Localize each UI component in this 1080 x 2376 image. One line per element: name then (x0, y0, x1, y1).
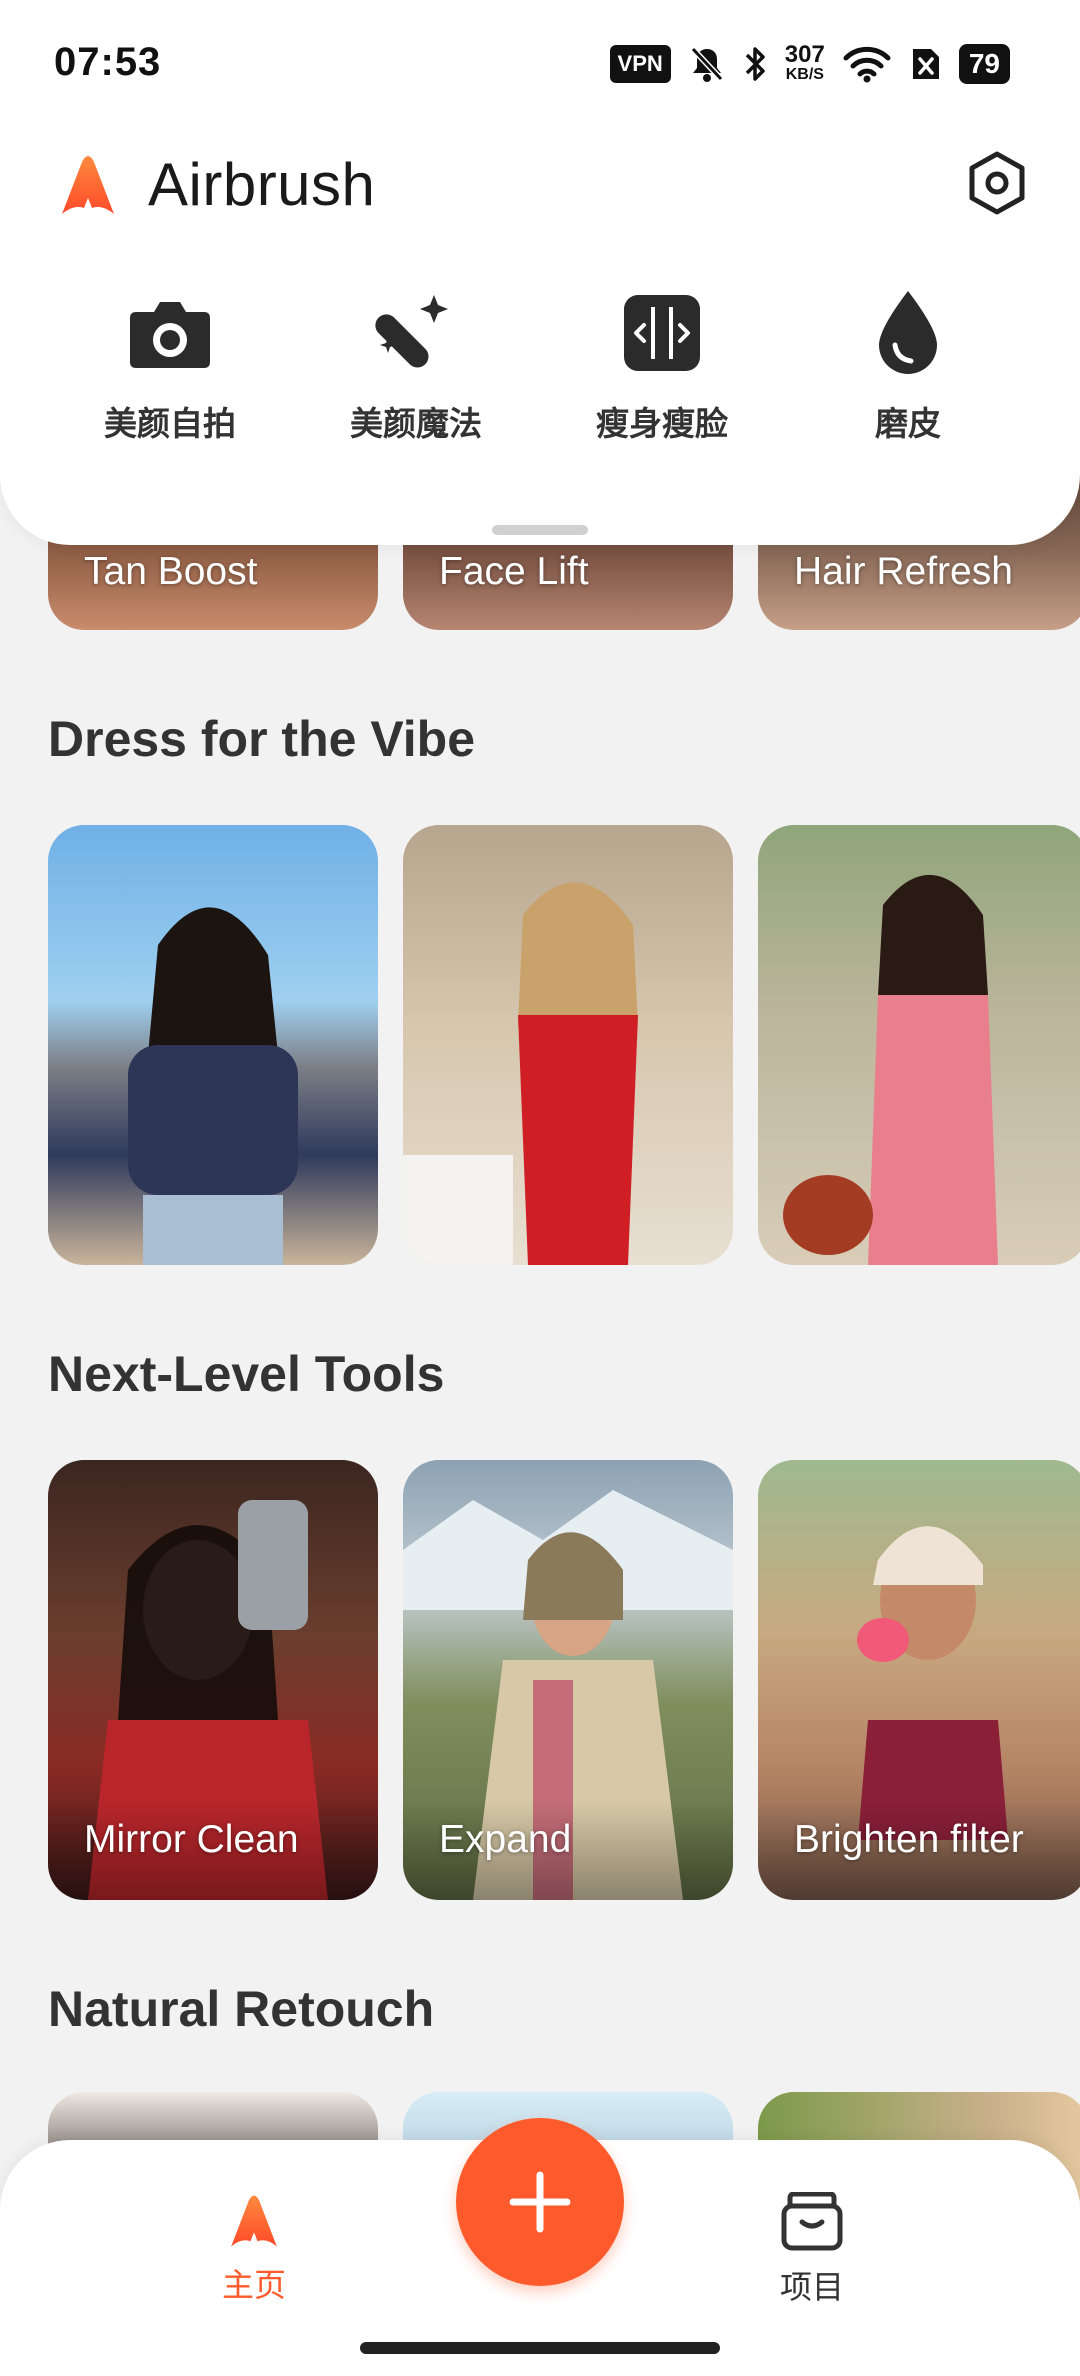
tool-beauty-selfie[interactable]: 美颜自拍 (47, 285, 293, 445)
nav-home-label: 主页 (222, 2267, 287, 2303)
card-red-dress[interactable] (403, 825, 733, 1265)
section-title-dress: Dress for the Vibe (48, 711, 476, 767)
tool-smooth-skin[interactable]: 磨皮 (785, 285, 1031, 445)
app-title: Airbrush (148, 151, 376, 218)
network-speed: 307 KB/S (784, 41, 825, 84)
wifi-icon (843, 46, 891, 83)
status-time: 07:53 (54, 40, 162, 84)
slim-body-icon (624, 295, 700, 371)
tool-beauty-magic[interactable]: 美颜魔法 (293, 285, 539, 445)
speed-unit: KB/S (785, 66, 824, 83)
sim-off-icon (912, 49, 939, 79)
tools-row: Mirror Clean Expand Brighten filter (48, 1460, 1080, 1900)
plus-icon (509, 2171, 571, 2233)
camera-icon (130, 302, 210, 368)
card-label: Hair Refresh (794, 550, 1013, 593)
card-pink-outfit[interactable] (758, 825, 1080, 1265)
photo-pink-outfit-woman (783, 874, 998, 1265)
card-beach-outfit[interactable] (48, 825, 378, 1265)
settings-icon[interactable] (964, 150, 1030, 216)
nav-home[interactable]: 主页 (222, 2192, 286, 2306)
battery-indicator: 79 (958, 44, 1010, 84)
brand: Airbrush (52, 150, 375, 219)
card-label: Tan Boost (84, 550, 258, 593)
add-button[interactable] (456, 2118, 624, 2286)
card-expand[interactable]: Expand (403, 1460, 733, 1900)
section-title-tools: Next-Level Tools (48, 1346, 445, 1402)
home-indicator (360, 2342, 720, 2354)
status-bar: 07:53 VPN 307 KB/S 79 (0, 0, 1080, 125)
card-label: Brighten filter (794, 1818, 1024, 1861)
card-label: Mirror Clean (84, 1818, 299, 1861)
bluetooth-icon (745, 47, 765, 81)
photo-beach-woman (128, 907, 298, 1265)
card-brighten-filter[interactable]: Brighten filter (758, 1460, 1080, 1900)
tool-label: 美颜自拍 (104, 405, 236, 442)
card-label: Expand (439, 1818, 572, 1861)
section-title-retouch: Natural Retouch (48, 1981, 435, 2037)
magic-wand-icon (375, 295, 448, 368)
nav-projects-label: 项目 (780, 2269, 845, 2305)
projects-box-icon (781, 2192, 843, 2251)
card-label: Face Lift (439, 550, 589, 593)
photo-red-dress-woman (403, 882, 638, 1265)
tool-label: 磨皮 (875, 405, 941, 442)
speed-value: 307 (784, 41, 825, 68)
card-mirror-clean[interactable]: Mirror Clean (48, 1460, 378, 1900)
battery-level: 79 (968, 48, 1000, 79)
airbrush-logo-icon (62, 155, 114, 214)
tool-label: 美颜魔法 (350, 405, 482, 442)
nav-projects[interactable]: 项目 (780, 2192, 844, 2308)
vpn-badge: VPN (609, 45, 671, 83)
status-icons: VPN 307 KB/S 79 (609, 40, 1010, 88)
quick-tools: 美颜自拍 美颜魔法 瘦身瘦脸 磨皮 (0, 285, 1080, 445)
tool-slim-body[interactable]: 瘦身瘦脸 (539, 285, 785, 445)
tool-label: 瘦身瘦脸 (596, 405, 728, 442)
dress-row (48, 825, 1080, 1265)
drop-icon (879, 291, 937, 374)
home-logo-icon (231, 2195, 277, 2247)
drag-handle[interactable] (492, 525, 588, 535)
mute-bell-icon (690, 46, 723, 82)
